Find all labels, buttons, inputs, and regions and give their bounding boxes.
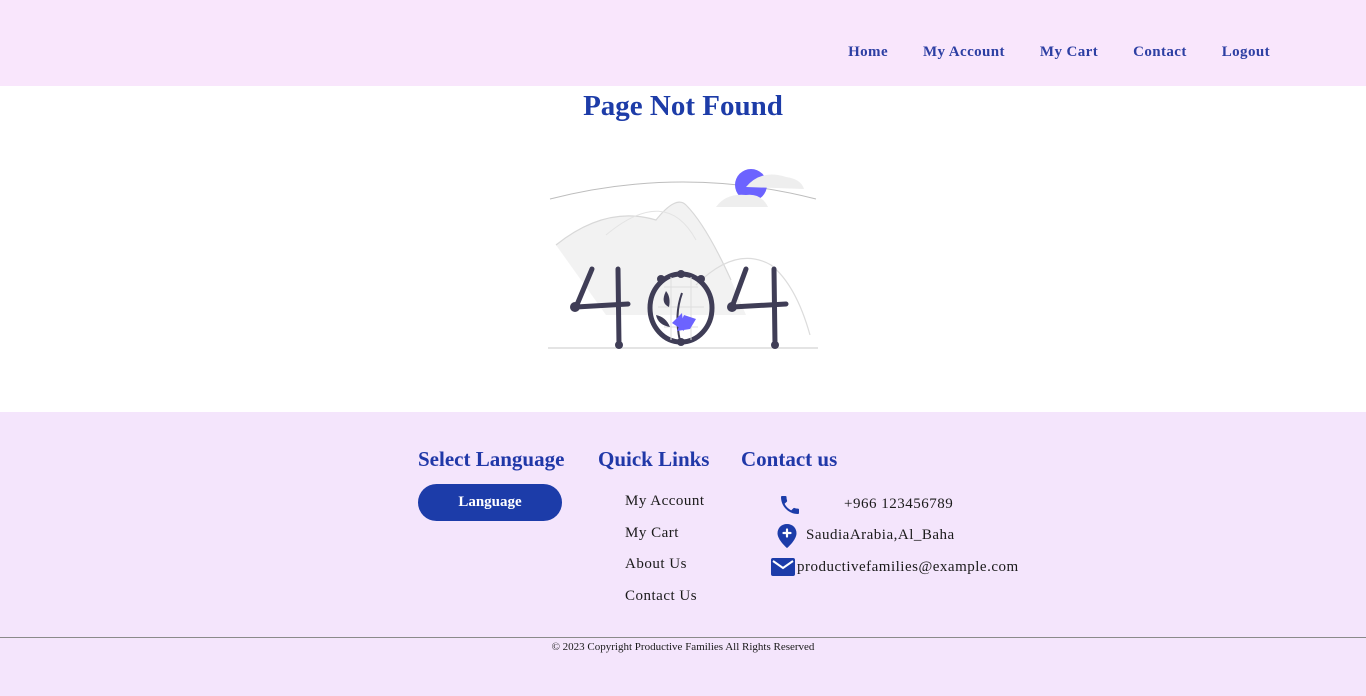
contact-phone: +966 123456789: [844, 496, 954, 512]
nav-my-account-link[interactable]: My Account: [923, 43, 1005, 61]
footer-divider: [0, 637, 1366, 638]
language-button[interactable]: Language: [418, 484, 562, 521]
footer-link-contact-us[interactable]: Contact Us: [625, 588, 697, 605]
nav-contact-link[interactable]: Contact: [1133, 43, 1187, 61]
contact-address: SaudiaArabia,Al_Baha: [806, 527, 955, 543]
footer-link-my-account[interactable]: My Account: [625, 493, 705, 510]
select-language-heading: Select Language: [418, 447, 565, 471]
location-pin-icon: [776, 523, 798, 549]
footer-link-my-cart[interactable]: My Cart: [625, 525, 679, 542]
footer-link-about-us[interactable]: About Us: [625, 556, 687, 573]
nav-home-link[interactable]: Home: [848, 43, 888, 61]
navbar: Home My Account My Cart Contact Logout: [0, 0, 1366, 86]
footer: Select Language Language Quick Links My …: [0, 412, 1366, 696]
page-title: Page Not Found: [583, 90, 783, 122]
contact-us-heading: Contact us: [741, 447, 838, 471]
copyright-text: © 2023 Copyright Productive Families All…: [551, 641, 815, 653]
mail-icon: [770, 556, 796, 578]
nav-my-cart-link[interactable]: My Cart: [1040, 43, 1098, 61]
404-illustration: [546, 165, 820, 353]
nav-links: Home My Account My Cart Contact Logout: [848, 43, 1270, 61]
contact-email[interactable]: productivefamilies@example.com: [797, 559, 1019, 576]
phone-icon: [778, 493, 802, 517]
quick-links-heading: Quick Links: [598, 447, 710, 471]
nav-logout-link[interactable]: Logout: [1222, 43, 1270, 61]
